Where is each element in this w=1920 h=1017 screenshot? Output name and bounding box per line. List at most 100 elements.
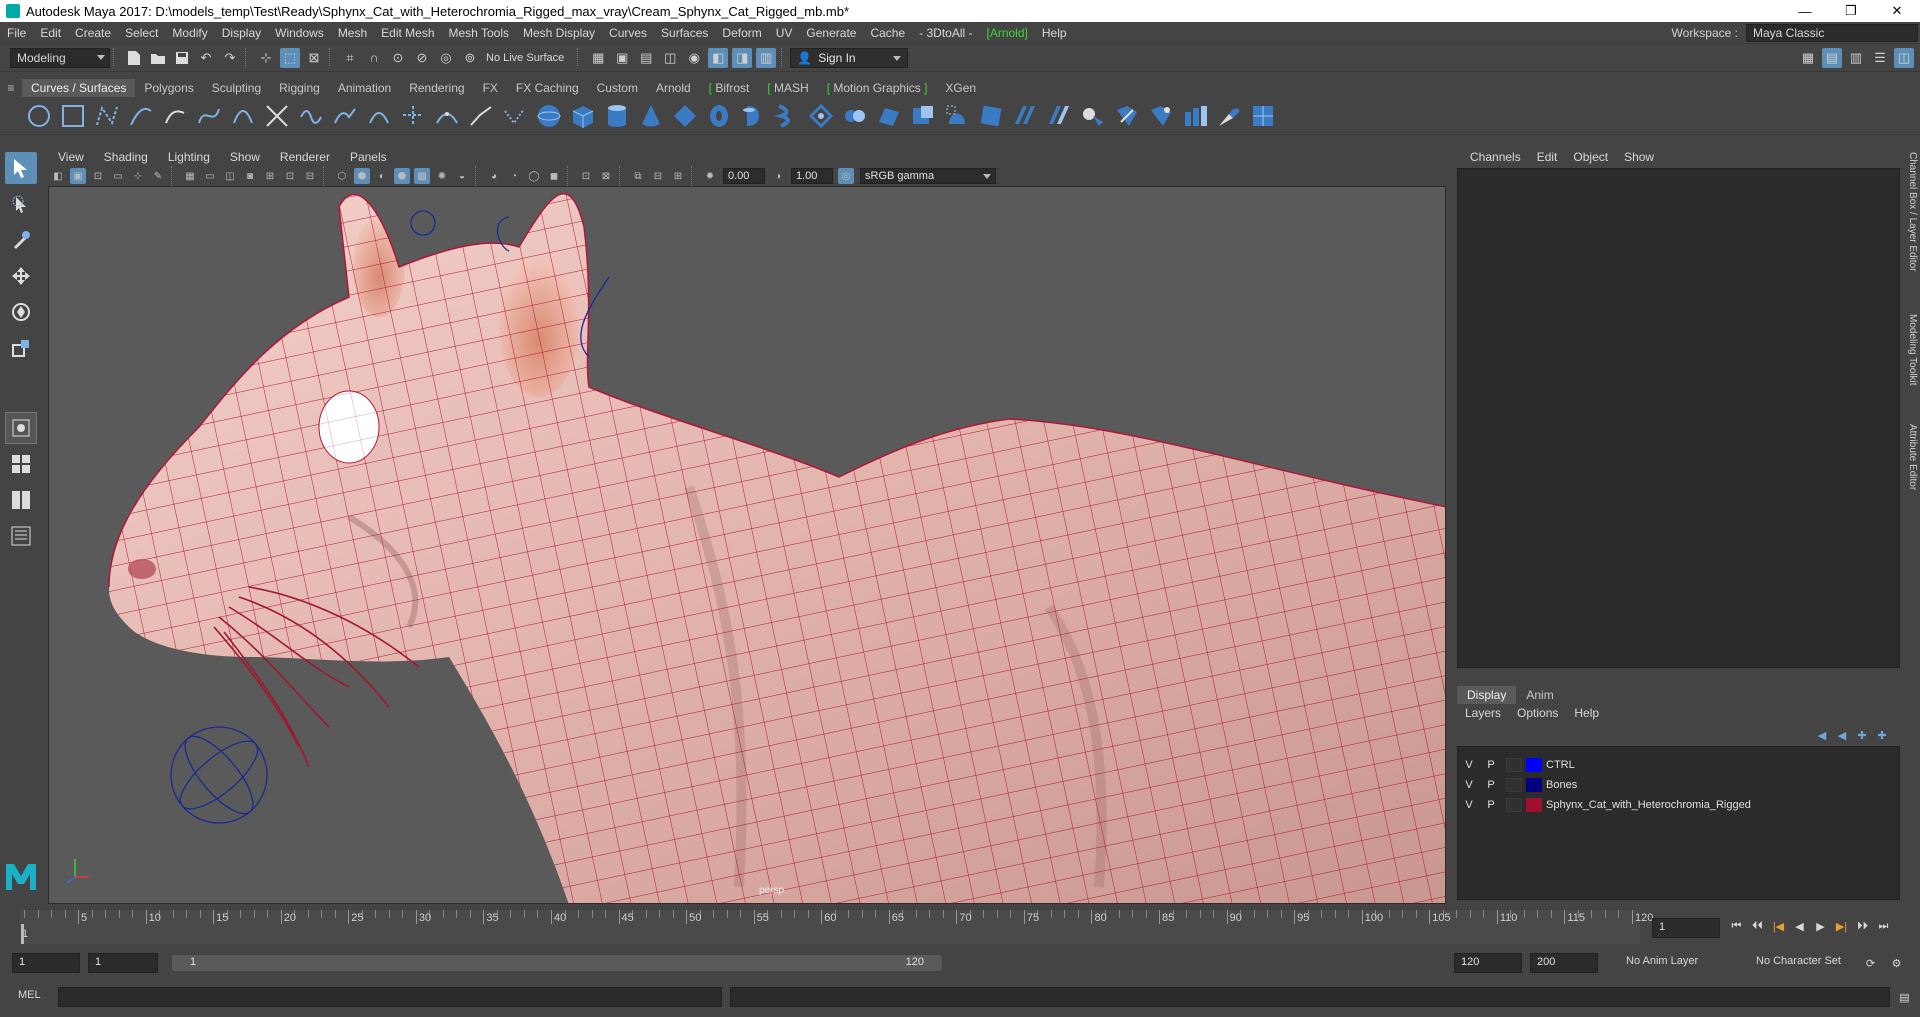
shelf-tab-curves-surfaces[interactable]: Curves / Surfaces [22,79,136,97]
script-language-toggle[interactable]: MEL [18,989,41,1001]
object-menu[interactable]: Object [1565,150,1616,164]
animation-end-field[interactable]: 200 [1530,953,1598,973]
undo-icon[interactable]: ↶ [196,48,216,68]
move-layer-down-icon[interactable]: ◀ [1832,728,1852,742]
curve-extend-icon[interactable] [328,99,362,133]
light-editor-icon[interactable]: ▥ [756,47,777,68]
attach-surfaces-icon[interactable] [1178,99,1212,133]
menu-cache[interactable]: Cache [863,26,912,40]
new-scene-icon[interactable] [124,48,144,68]
boundary-icon[interactable] [940,99,974,133]
layer-color-swatch[interactable] [1526,758,1542,772]
menuset-dropdown[interactable]: Modeling [10,47,110,68]
wireframe-on-shaded-icon[interactable]: ⬣ [394,168,410,184]
four-view-layout-icon[interactable] [5,448,37,480]
shelf-tab-polygons[interactable]: Polygons [135,79,202,97]
maximize-button[interactable]: ❐ [1828,0,1874,22]
select-component-icon[interactable]: ⊠ [304,48,324,68]
shelf-tab-xgen[interactable]: XGen [936,79,985,97]
xray-active-components-icon[interactable]: ⊟ [650,168,666,184]
layer-color-swatch[interactable] [1526,778,1542,792]
bezier-edit-icon[interactable] [498,99,532,133]
add-points-icon[interactable] [430,99,464,133]
playback-end-field[interactable]: 120 [1454,953,1522,973]
live-surface-icon[interactable]: ⊚ [460,48,480,68]
script-editor-icon[interactable]: ▤ [1894,987,1915,1007]
range-slider-handle[interactable]: 1 120 [172,955,942,971]
extrude-icon[interactable] [838,99,872,133]
attribute-editor-toggle-icon[interactable]: ▤ [1822,48,1842,68]
color-management-icon[interactable]: ◎ [838,168,854,184]
grid-icon[interactable]: ▦ [182,168,198,184]
bevel-icon[interactable] [1008,99,1042,133]
tab-display-layers[interactable]: Display [1457,686,1517,704]
view-transform-dropdown[interactable]: sRGB gamma [860,168,996,184]
move-tool-icon[interactable] [5,260,37,292]
tab-anim-layers[interactable]: Anim [1516,686,1563,704]
menu-windows[interactable]: Windows [268,26,331,40]
menu-help[interactable]: Help [1035,26,1074,40]
current-frame-field[interactable]: 1 [1652,918,1720,938]
ambient-occlusion-icon[interactable]: ◕ [486,168,502,184]
perspective-viewport[interactable]: persp [48,186,1446,904]
play-forwards-icon[interactable]: ▶ [1810,916,1831,936]
snap-point-icon[interactable]: ⊙ [388,48,408,68]
render-sequence-icon[interactable]: ▤ [636,48,656,68]
revolve-icon[interactable] [736,99,770,133]
pencil-curve-icon[interactable] [158,99,192,133]
menu-curves[interactable]: Curves [602,26,654,40]
shelf-tab-animation[interactable]: Animation [329,79,400,97]
panel-menu-view[interactable]: View [48,150,94,164]
layer-name[interactable]: Sphynx_Cat_with_Heterochromia_Rigged [1546,799,1751,811]
curve-cut-icon[interactable] [294,99,328,133]
menu-mesh[interactable]: Mesh [331,26,374,40]
command-input[interactable] [58,987,722,1007]
rotate-tool-icon[interactable] [5,296,37,328]
character-set-dropdown[interactable]: No Character Set [1750,953,1872,973]
exposure-field[interactable]: 0.00 [723,168,765,184]
render-setup-icon[interactable]: ◨ [732,47,753,68]
layer-name[interactable]: Bones [1546,779,1577,791]
menu-surfaces[interactable]: Surfaces [654,26,715,40]
go-to-start-icon[interactable]: ⏮ [1726,916,1747,936]
menu-select[interactable]: Select [118,26,165,40]
paint-select-tool-icon[interactable] [5,224,37,256]
menu-arnold[interactable]: [Arnold] [980,26,1035,40]
sign-in-button[interactable]: 👤 Sign In [790,47,909,68]
panel-menu-renderer[interactable]: Renderer [270,150,340,164]
smooth-shade-icon[interactable]: ⬢ [354,168,370,184]
shelf-menu-icon[interactable]: ≡ [0,79,22,97]
birail-icon[interactable] [872,99,906,133]
menu-edit-mesh[interactable]: Edit Mesh [374,26,441,40]
curve-intersect-icon[interactable] [260,99,294,133]
side-tab-channel-box[interactable]: Channel Box / Layer Editor [1907,152,1918,272]
menu-deform[interactable]: Deform [715,26,768,40]
redo-icon[interactable]: ↷ [220,48,240,68]
use-all-lights-icon[interactable]: ✺ [434,168,450,184]
move-layer-up-icon[interactable]: ◀ [1812,728,1832,742]
close-button[interactable]: ✕ [1874,0,1920,22]
help-menu[interactable]: Help [1566,706,1607,724]
ep-curve-icon[interactable] [124,99,158,133]
layer-visibility-toggle[interactable]: V [1458,759,1480,771]
layers-menu[interactable]: Layers [1457,706,1509,724]
gamma-icon[interactable]: ◑ [770,168,786,184]
single-perspective-view-icon[interactable] [5,412,37,444]
camera-select-icon[interactable]: ◧ [50,168,66,184]
layer-editor-toggle-icon[interactable]: ◫ [1894,48,1914,68]
rebuild-curve-icon[interactable] [396,99,430,133]
layer-display-type[interactable] [1506,798,1522,812]
select-tool-icon[interactable] [5,152,37,184]
grease-pencil-icon[interactable]: ✎ [150,168,166,184]
current-time-marker[interactable] [21,924,24,944]
menu-create[interactable]: Create [68,26,118,40]
layer-visibility-toggle[interactable]: V [1458,779,1480,791]
image-plane-icon[interactable]: ▭ [110,168,126,184]
shelf-tab-bifrost[interactable]: [ Bifrost [700,79,759,97]
untrim-icon[interactable] [1144,99,1178,133]
motion-blur-icon[interactable]: ◔ [506,168,522,184]
project-curve-icon[interactable] [1076,99,1110,133]
layer-playback-toggle[interactable]: P [1480,759,1502,771]
select-hierarchy-icon[interactable]: ⊹ [256,48,276,68]
menu-mesh-display[interactable]: Mesh Display [516,26,602,40]
